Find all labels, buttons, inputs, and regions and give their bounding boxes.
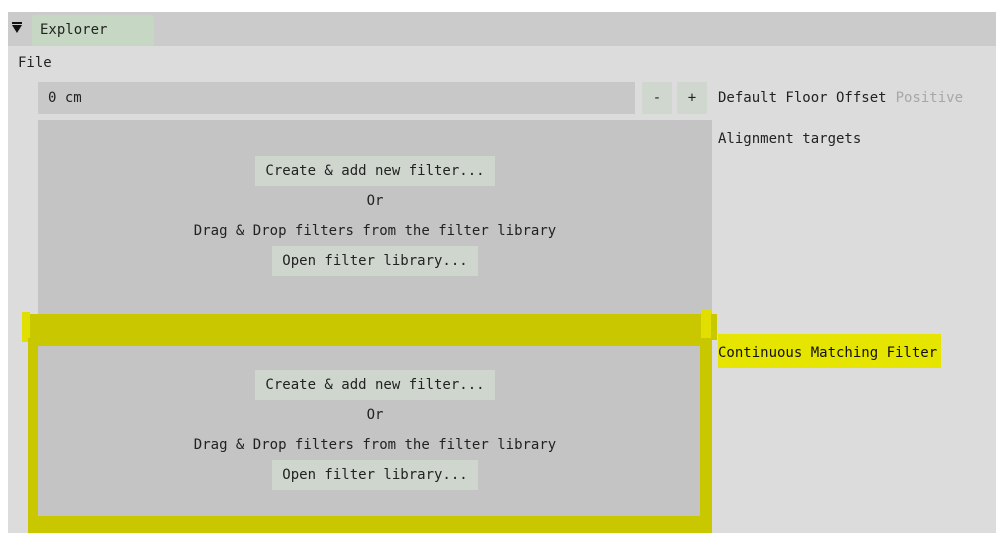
open-filter-library-button[interactable]: Open filter library... bbox=[272, 460, 478, 490]
drag-drop-hint: Drag & Drop filters from the filter libr… bbox=[193, 223, 557, 239]
explorer-panel: Explorer File 0 cm - + Default Floor Off… bbox=[8, 12, 996, 533]
floor-offset-label: Default Floor Offset Positive bbox=[718, 89, 963, 107]
alignment-targets-drop-zone[interactable]: Create & add new filter... Or Drag & Dro… bbox=[38, 120, 712, 316]
open-filter-library-button[interactable]: Open filter library... bbox=[272, 246, 478, 276]
highlight-edge-right-top bbox=[701, 310, 711, 340]
or-text: Or bbox=[366, 407, 384, 423]
alignment-targets-label: Alignment targets bbox=[718, 131, 862, 147]
floor-offset-hint: Positive bbox=[895, 90, 964, 106]
create-filter-button[interactable]: Create & add new filter... bbox=[255, 370, 495, 400]
panel-titlebar: Explorer bbox=[8, 12, 996, 46]
continuous-matching-filter-label: Continuous Matching Filter bbox=[718, 334, 942, 368]
increment-button[interactable]: + bbox=[677, 82, 707, 114]
collapse-down-arrow-icon[interactable] bbox=[11, 20, 25, 36]
highlight-frame-right bbox=[700, 338, 712, 533]
drag-drop-hint: Drag & Drop filters from the filter libr… bbox=[193, 437, 557, 453]
highlight-frame-bottom bbox=[28, 516, 712, 533]
floor-offset-input[interactable]: 0 cm bbox=[38, 82, 635, 114]
tab-explorer[interactable]: Explorer bbox=[32, 15, 154, 46]
continuous-matching-content: Create & add new filter... Or Drag & Dro… bbox=[38, 370, 712, 490]
decrement-button[interactable]: - bbox=[642, 82, 672, 114]
highlight-frame-left bbox=[28, 338, 38, 533]
floor-offset-label-text: Default Floor Offset bbox=[718, 90, 887, 106]
or-text: Or bbox=[366, 193, 384, 209]
app-root: Explorer File 0 cm - + Default Floor Off… bbox=[0, 0, 996, 533]
create-filter-button[interactable]: Create & add new filter... bbox=[255, 156, 495, 186]
alignment-targets-content: Create & add new filter... Or Drag & Dro… bbox=[38, 156, 712, 276]
continuous-matching-drop-zone[interactable]: Create & add new filter... Or Drag & Dro… bbox=[38, 346, 712, 516]
highlight-frame-top bbox=[28, 338, 712, 346]
highlight-bar-top bbox=[22, 314, 717, 340]
file-section-label: File bbox=[18, 55, 52, 71]
